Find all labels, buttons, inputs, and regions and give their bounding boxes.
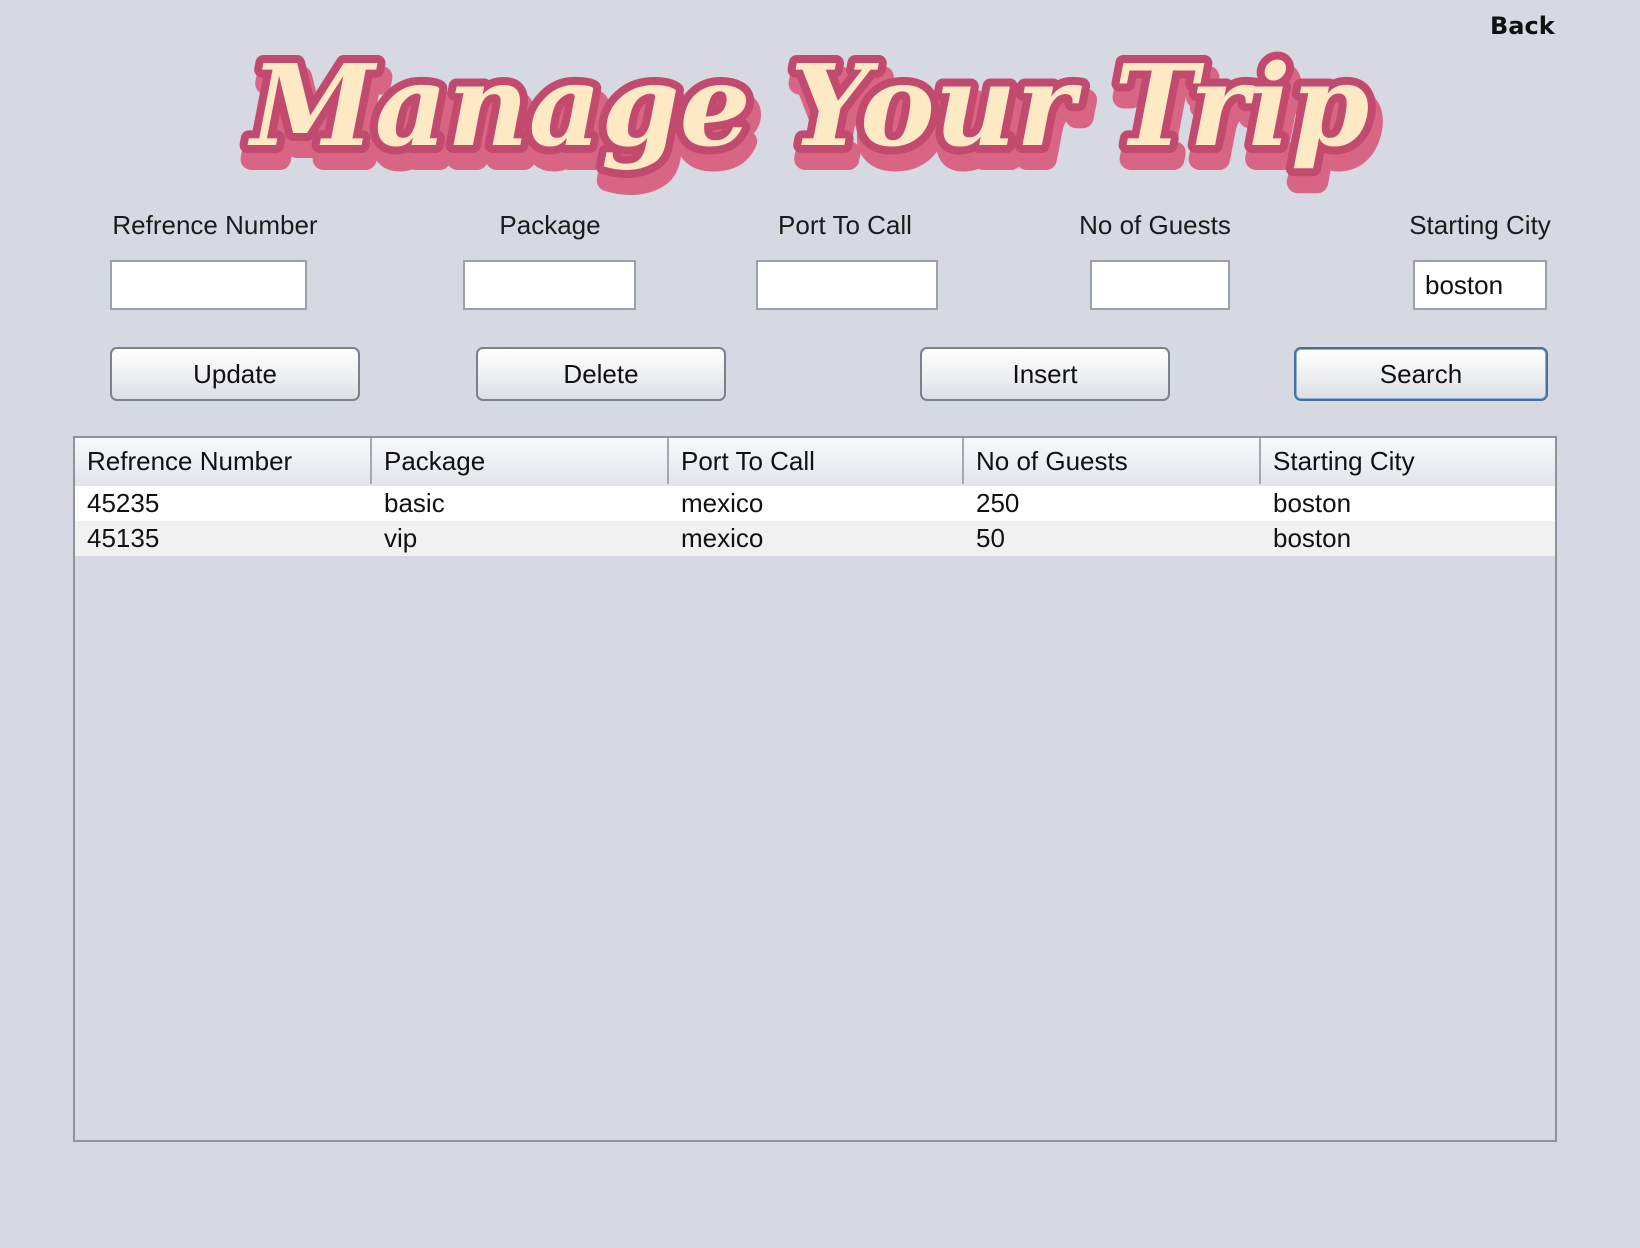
cell-no-of-guests[interactable]: 250: [964, 486, 1261, 521]
reference-number-input[interactable]: [110, 260, 307, 310]
reference-number-label: Refrence Number: [112, 210, 318, 240]
port-to-call-input[interactable]: [756, 260, 938, 310]
package-input[interactable]: [463, 260, 636, 310]
no-of-guests-label: No of Guests: [1079, 210, 1231, 240]
table-body: 45235 basic mexico 250 boston 45135 vip …: [75, 486, 1555, 556]
cell-no-of-guests[interactable]: 50: [964, 521, 1261, 556]
cell-reference-number[interactable]: 45235: [75, 486, 372, 521]
cell-starting-city[interactable]: boston: [1261, 521, 1555, 556]
no-of-guests-input[interactable]: [1090, 260, 1230, 310]
cell-package[interactable]: vip: [372, 521, 669, 556]
back-link[interactable]: Back: [1490, 12, 1555, 40]
column-header-port-to-call[interactable]: Port To Call: [669, 438, 964, 484]
column-header-no-of-guests[interactable]: No of Guests: [964, 438, 1261, 484]
port-to-call-label: Port To Call: [778, 210, 912, 240]
table-row[interactable]: 45235 basic mexico 250 boston: [75, 486, 1555, 521]
page-title-logo: Manage Your Trip Manage Your Trip Manage…: [239, 20, 1385, 197]
column-header-starting-city[interactable]: Starting City: [1261, 438, 1555, 484]
column-header-reference-number[interactable]: Refrence Number: [75, 438, 372, 484]
page-title: Manage Your Trip: [247, 41, 1370, 172]
cell-starting-city[interactable]: boston: [1261, 486, 1555, 521]
cell-port-to-call[interactable]: mexico: [669, 486, 964, 521]
starting-city-label: Starting City: [1409, 210, 1551, 240]
cell-port-to-call[interactable]: mexico: [669, 521, 964, 556]
table-row[interactable]: 45135 vip mexico 50 boston: [75, 521, 1555, 556]
insert-button[interactable]: Insert: [920, 347, 1170, 401]
package-label: Package: [499, 210, 601, 240]
starting-city-input[interactable]: [1413, 260, 1547, 310]
cell-reference-number[interactable]: 45135: [75, 521, 372, 556]
search-button[interactable]: Search: [1294, 347, 1548, 401]
trips-table[interactable]: Refrence Number Package Port To Call No …: [73, 436, 1557, 1142]
column-header-package[interactable]: Package: [372, 438, 669, 484]
update-button[interactable]: Update: [110, 347, 360, 401]
cell-package[interactable]: basic: [372, 486, 669, 521]
table-header: Refrence Number Package Port To Call No …: [75, 438, 1555, 488]
delete-button[interactable]: Delete: [476, 347, 726, 401]
